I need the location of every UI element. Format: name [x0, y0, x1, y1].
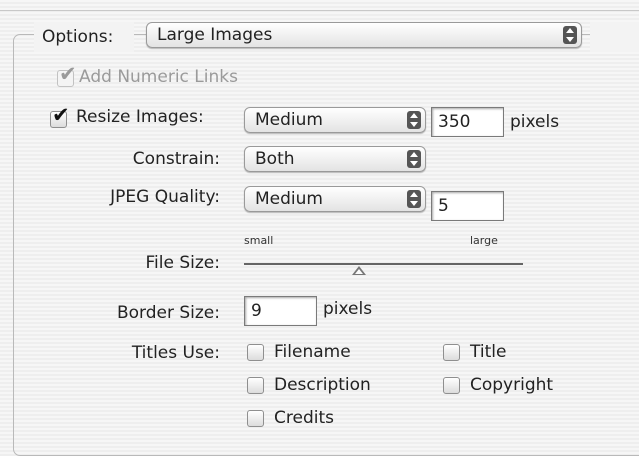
checkmark-icon: ✔	[52, 103, 70, 127]
resize-pixels-unit: pixels	[510, 112, 560, 132]
border-size-input[interactable]: 9	[244, 296, 317, 326]
title-checkbox[interactable]	[443, 344, 460, 361]
checkmark-icon: ✔	[59, 62, 77, 86]
jpeg-quality-popup[interactable]: Medium	[244, 186, 426, 212]
border-size-unit: pixels	[323, 299, 373, 319]
resize-images-checkbox[interactable]: ✔	[50, 105, 70, 128]
description-checkbox[interactable]	[247, 377, 264, 394]
add-numeric-links-checkbox[interactable]: ✔	[57, 64, 77, 87]
jpeg-quality-input[interactable]: 5	[431, 191, 504, 221]
options-popup[interactable]: Large Images	[146, 22, 582, 48]
top-divider	[0, 10, 639, 11]
file-size-label: File Size:	[145, 253, 220, 273]
jpeg-quality-value: Medium	[255, 189, 323, 209]
slider-thumb-highlight	[355, 269, 363, 274]
add-numeric-links-label: Add Numeric Links	[79, 67, 238, 87]
credits-label: Credits	[274, 408, 334, 428]
resize-size-popup[interactable]: Medium	[244, 107, 426, 133]
resize-pixels-input[interactable]: 350	[431, 107, 504, 137]
filename-label: Filename	[274, 342, 351, 362]
resize-images-label: Resize Images:	[76, 107, 204, 127]
border-size-label: Border Size:	[116, 303, 220, 323]
credits-checkbox[interactable]	[247, 410, 264, 427]
popup-arrows-icon	[407, 150, 421, 168]
jpeg-quality-label: JPEG Quality:	[110, 187, 220, 207]
popup-arrows-icon	[407, 190, 421, 208]
resize-size-value: Medium	[255, 110, 323, 130]
options-label: Options:	[42, 27, 114, 47]
filename-checkbox[interactable]	[247, 344, 264, 361]
constrain-label: Constrain:	[132, 149, 220, 169]
file-size-max-label: large	[470, 234, 498, 247]
description-label: Description	[274, 375, 371, 395]
titles-use-label: Titles Use:	[131, 343, 220, 363]
file-size-min-label: small	[244, 234, 274, 247]
constrain-value: Both	[255, 149, 295, 169]
copyright-label: Copyright	[470, 375, 554, 395]
copyright-checkbox[interactable]	[443, 377, 460, 394]
options-popup-value: Large Images	[157, 25, 273, 45]
file-size-slider-track[interactable]	[244, 263, 523, 265]
popup-arrows-icon	[563, 26, 577, 44]
constrain-popup[interactable]: Both	[244, 146, 426, 172]
group-title-background-right	[590, 22, 639, 52]
popup-arrows-icon	[407, 111, 421, 129]
title-label: Title	[470, 342, 507, 362]
